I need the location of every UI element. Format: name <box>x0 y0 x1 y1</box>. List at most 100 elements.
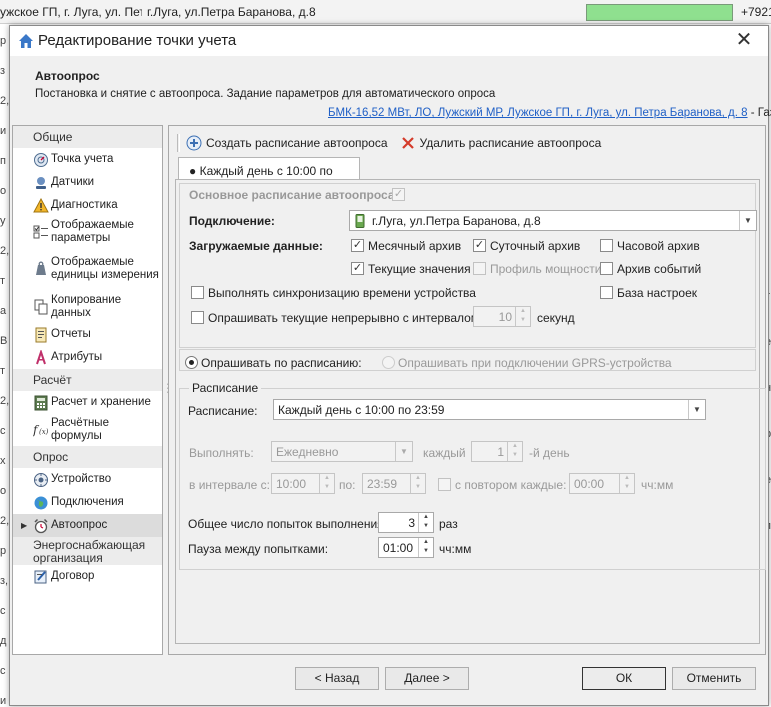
repeat-checkbox[interactable] <box>438 478 451 491</box>
monthly-archive-checkbox[interactable]: ✓ <box>351 239 364 252</box>
events-archive-checkbox[interactable] <box>600 262 613 275</box>
chevron-down-icon: ▼ <box>395 442 412 461</box>
bg-left-fragment: и <box>0 125 7 137</box>
sensor-icon <box>36 176 46 189</box>
svg-text:(x): (x) <box>39 428 49 436</box>
stepper-arrows-icon: ▲ ▼ <box>515 307 530 326</box>
interval-to-label: по: <box>339 478 356 492</box>
sidebar-item-calc-storage[interactable]: Расчет и хранение <box>13 391 162 414</box>
run-frequency-value: Ежедневно <box>276 445 339 459</box>
attribute-icon <box>36 349 46 364</box>
power-profile-checkbox[interactable] <box>473 262 486 275</box>
bg-left-fragment: 2, <box>0 245 9 257</box>
connection-label: Подключение: <box>189 214 275 228</box>
attempts-label: Общее число попыток выполнения: <box>188 517 388 531</box>
sidebar-item-attributes[interactable]: Атрибуты <box>13 346 162 369</box>
stepper-arrows-icon: ▲ ▼ <box>507 442 522 461</box>
sidebar-item-meter-point[interactable]: Точка учета <box>13 148 162 171</box>
interval-to-stepper[interactable]: 23:59 ▲ ▼ <box>362 473 426 494</box>
repeat-interval-stepper[interactable]: 00:00 ▲ ▼ <box>569 473 635 494</box>
main-schedule-label: Основное расписание автоопроса: <box>189 188 399 202</box>
poll-gprs-radio[interactable] <box>382 356 395 369</box>
sidebar-item-label: Атрибуты <box>51 351 103 363</box>
device-icon <box>34 472 48 487</box>
sidebar-item-diagnostics[interactable]: Диагностика <box>13 194 162 217</box>
sidebar-item-sensors[interactable]: Датчики <box>13 171 162 194</box>
sidebar-item-contract[interactable]: Договор <box>13 565 162 588</box>
create-schedule-button[interactable]: Создать расписание автоопроса <box>186 135 388 151</box>
add-icon <box>186 135 202 151</box>
poll-continuously-label: Опрашивать текущие непрерывно с интервал… <box>208 311 480 325</box>
bg-left-fragment: с <box>0 605 6 617</box>
daily-archive-label: Суточный архив <box>490 239 581 253</box>
bg-address-right: г.Луга, ул.Петра Баранова, д.8 <box>147 5 316 19</box>
sidebar-item-label: Подключения <box>51 496 124 508</box>
schedule-tab-panel: Основное расписание автоопроса: ✓ Подклю… <box>175 179 766 644</box>
bg-left-fragment: р <box>0 35 7 47</box>
sidebar-item-reports[interactable]: Отчеты <box>13 323 162 346</box>
sidebar-item-device[interactable]: Устройство <box>13 468 162 491</box>
next-button[interactable]: Далее > <box>385 667 469 690</box>
cancel-button[interactable]: Отменить <box>672 667 756 690</box>
device-phone-icon <box>355 214 365 228</box>
connection-select[interactable]: г.Луга, ул.Петра Баранова, д.8 ▼ <box>349 210 757 231</box>
object-path-link[interactable]: БМК-16,52 МВт, ЛО, Лужский МР, Лужское Г… <box>328 107 748 119</box>
delete-schedule-button[interactable]: Удалить расписание автоопроса <box>400 135 601 151</box>
toolbar-grip <box>177 134 180 152</box>
main-schedule-checkbox[interactable]: ✓ <box>392 188 405 201</box>
attempts-stepper[interactable]: 3 ▲ ▼ <box>378 512 434 533</box>
tab-schedule[interactable]: ● Каждый день с 10:00 по 23:59 <box>178 157 360 192</box>
every-day-stepper[interactable]: 1 ▲ ▼ <box>471 441 523 462</box>
ok-button[interactable]: ОК <box>582 667 666 690</box>
sidebar-item-copy-data[interactable]: Копирование данных <box>13 291 162 323</box>
close-button[interactable]: ✕ <box>732 30 756 52</box>
interval-from-stepper[interactable]: 10:00 ▲ ▼ <box>271 473 335 494</box>
sidebar-item-label: Отчеты <box>51 328 91 340</box>
sidebar-item-label: Расчет и хранение <box>51 396 151 408</box>
sidebar-item-autopoll[interactable]: ▶ Автоопрос <box>13 514 162 537</box>
settings-base-checkbox[interactable] <box>600 286 613 299</box>
current-values-checkbox[interactable]: ✓ <box>351 262 364 275</box>
sidebar-item-displayed-units[interactable]: Отображаемые единицы измерения <box>13 247 162 291</box>
hourly-archive-checkbox[interactable] <box>600 239 613 252</box>
bg-left-fragment: у <box>0 215 6 227</box>
pause-unit: чч:мм <box>439 542 472 556</box>
sidebar-item-formulas[interactable]: f (x) Расчётные формулы <box>13 414 162 446</box>
sync-time-checkbox[interactable] <box>191 286 204 299</box>
sidebar-item-connections[interactable]: Подключения <box>13 491 162 514</box>
globe-icon <box>34 496 48 509</box>
object-path: БМК-16,52 МВт, ЛО, Лужский МР, Лужское Г… <box>328 107 771 119</box>
daily-archive-checkbox[interactable]: ✓ <box>473 239 486 252</box>
stepper-arrows-icon: ▲ ▼ <box>418 538 433 557</box>
report-icon <box>35 327 47 342</box>
bg-left-fragment: т <box>0 275 6 287</box>
poll-interval-value: 10 <box>498 310 512 324</box>
poll-by-schedule-radio[interactable] <box>185 356 198 369</box>
schedule-select[interactable]: Каждый день с 10:00 по 23:59 ▼ <box>273 399 706 420</box>
schedule-group-label: Расписание <box>189 381 262 395</box>
edit-meter-dialog: Редактирование точки учета ✕ Автоопрос П… <box>9 25 771 706</box>
sidebar-item-displayed-params[interactable]: Отображаемые параметры <box>13 217 162 247</box>
sync-time-label: Выполнять синхронизацию времени устройст… <box>208 286 476 300</box>
repeat-interval-value: 00:00 <box>574 477 605 491</box>
hourly-archive-label: Часовой архив <box>617 239 700 253</box>
sidebar-item-label: Автоопрос <box>51 519 108 531</box>
bg-left-fragment: д <box>0 635 7 647</box>
run-frequency-select[interactable]: Ежедневно ▼ <box>271 441 413 462</box>
background-table-row: ужское ГП, г. Луга, ул. Петр г.Луга, ул.… <box>0 0 771 24</box>
attempts-value: 3 <box>408 516 415 530</box>
stepper-arrows-icon: ▲ ▼ <box>410 474 425 493</box>
pause-stepper[interactable]: 01:00 ▲ ▼ <box>378 537 434 558</box>
poll-by-schedule-label: Опрашивать по расписанию: <box>201 356 362 370</box>
bg-left-fragment: х <box>0 455 6 467</box>
poll-interval-unit: секунд <box>537 311 575 325</box>
sidebar-item-label: Точка учета <box>51 153 114 165</box>
back-button[interactable]: < Назад <box>295 667 379 690</box>
poll-interval-stepper[interactable]: 10 ▲ ▼ <box>473 306 531 327</box>
bg-left-fragment: с <box>0 425 6 437</box>
sidebar-group-general: Общие <box>13 126 162 148</box>
bg-left-fragment: 2, <box>0 515 9 527</box>
poll-continuously-checkbox[interactable] <box>191 311 204 324</box>
bg-phone-number: +7921 <box>741 5 771 19</box>
settings-sidebar: Общие Точка учета Датчики Диагностика От… <box>12 125 163 655</box>
